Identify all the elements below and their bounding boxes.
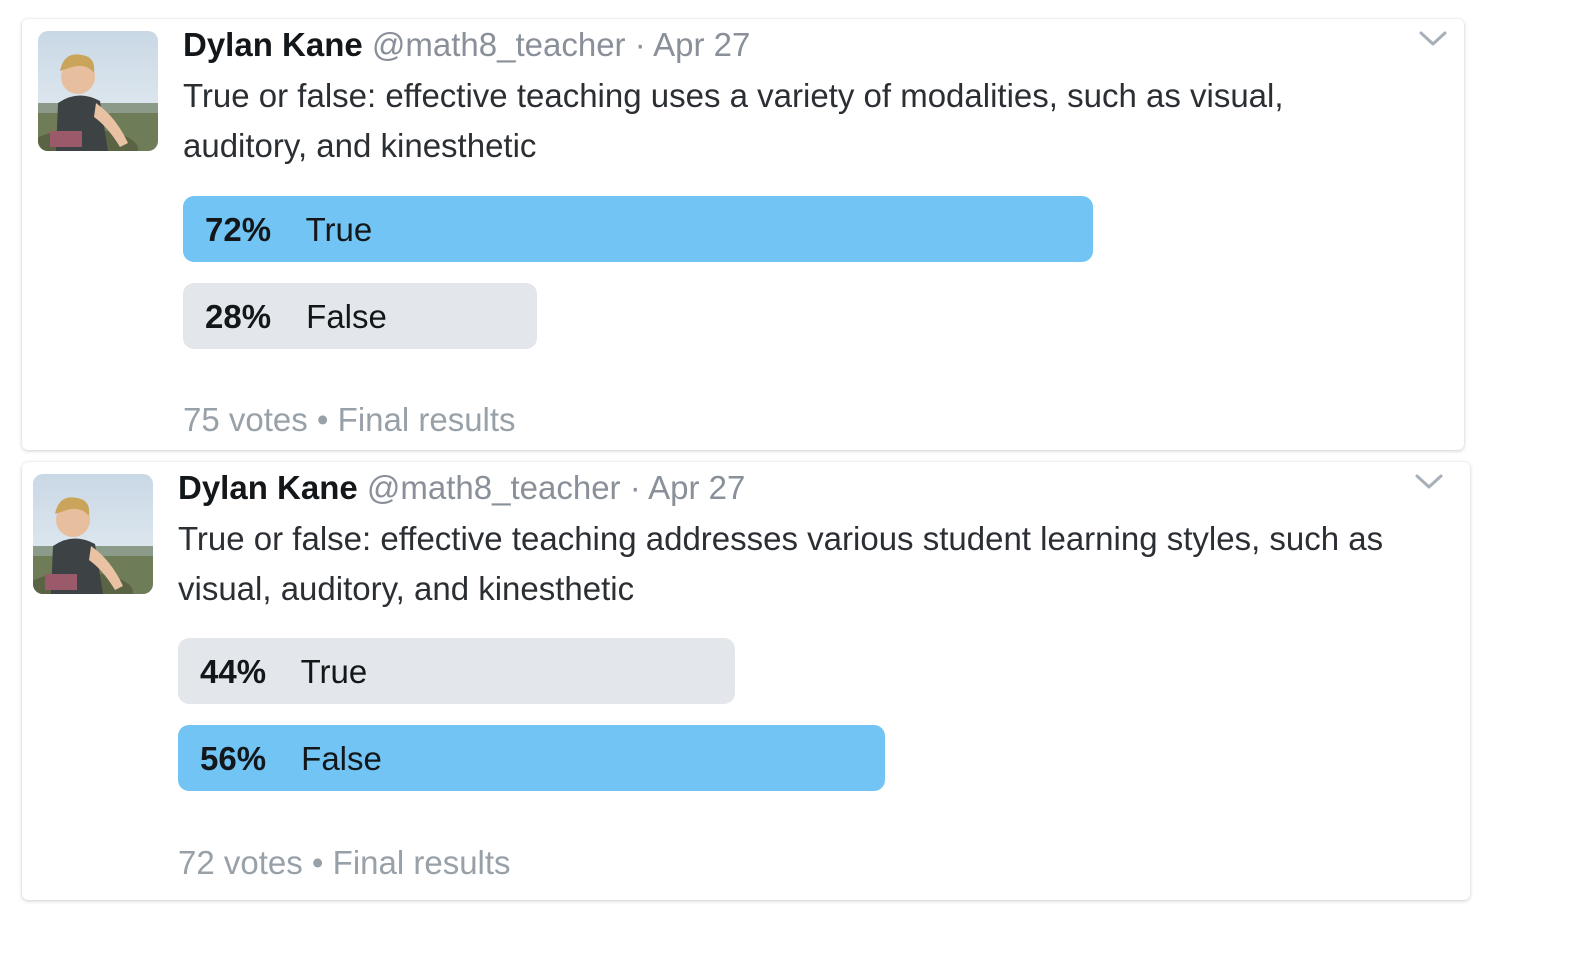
vote-count: 72 votes: [178, 844, 303, 881]
avatar[interactable]: [33, 474, 153, 594]
poll-footer: 75 votes • Final results: [183, 400, 516, 440]
separator-dot: ·: [634, 26, 646, 63]
poll-choice-label: True: [300, 653, 368, 690]
tweet-date[interactable]: Apr 27: [653, 26, 750, 63]
poll-option-true: 44% True: [178, 638, 735, 704]
user-handle[interactable]: @math8_teacher: [367, 469, 621, 506]
poll-option-false: 28% False: [183, 283, 537, 349]
tweet-text: True or false: effective teaching addres…: [178, 520, 1384, 607]
poll-choice-label: False: [306, 298, 387, 335]
poll-option-false: 56% False: [178, 725, 885, 791]
poll-status: Final results: [332, 844, 511, 881]
tweet-header: Dylan Kane @math8_teacher · Apr 27: [183, 25, 750, 65]
user-handle[interactable]: @math8_teacher: [372, 26, 626, 63]
poll-percent: 72%: [205, 211, 272, 248]
poll-percent: 28%: [205, 298, 272, 335]
chevron-down-icon[interactable]: [1418, 29, 1448, 49]
tweet-date[interactable]: Apr 27: [648, 469, 745, 506]
poll-percent: 56%: [200, 740, 267, 777]
poll-option-true: 72% True: [183, 196, 1093, 262]
display-name[interactable]: Dylan Kane: [178, 469, 358, 506]
vote-count: 75 votes: [183, 401, 308, 438]
tweet-card: Dylan Kane @math8_teacher · Apr 27 True …: [22, 462, 1470, 900]
avatar[interactable]: [38, 31, 158, 151]
tweet-card: Dylan Kane @math8_teacher · Apr 27 True …: [22, 19, 1464, 450]
poll-status: Final results: [337, 401, 516, 438]
poll-percent: 44%: [200, 653, 267, 690]
poll-footer: 72 votes • Final results: [178, 843, 511, 883]
tweet-header: Dylan Kane @math8_teacher · Apr 27: [178, 468, 745, 508]
poll-choice-label: True: [305, 211, 373, 248]
separator-dot: ·: [629, 469, 641, 506]
poll-choice-label: False: [301, 740, 382, 777]
display-name[interactable]: Dylan Kane: [183, 26, 363, 63]
chevron-down-icon[interactable]: [1414, 472, 1444, 492]
bullet-separator: •: [311, 844, 324, 881]
tweet-text: True or false: effective teaching uses a…: [183, 77, 1284, 164]
bullet-separator: •: [316, 401, 329, 438]
